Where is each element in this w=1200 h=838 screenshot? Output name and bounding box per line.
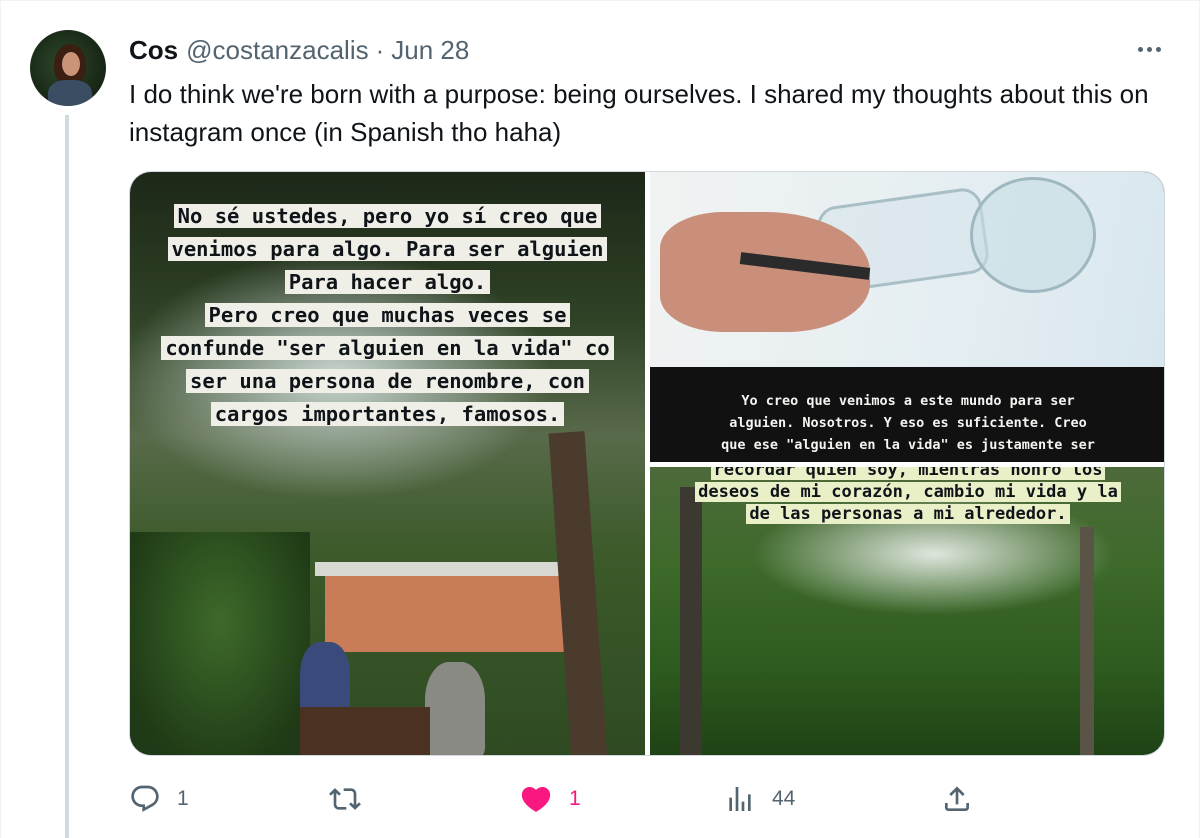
- separator-dot: ·: [375, 34, 385, 65]
- caption-line: cargos importantes, famosos.: [210, 402, 565, 426]
- heart-filled-icon: [521, 786, 551, 812]
- media-grid: No sé ustedes, pero yo sí creo que venim…: [129, 171, 1165, 756]
- retweet-button[interactable]: [329, 779, 377, 819]
- reply-button[interactable]: 1: [129, 779, 189, 819]
- thread-line: [65, 115, 69, 838]
- image-caption: Yo creo que venimos a este mundo para se…: [650, 390, 1164, 456]
- avatar[interactable]: [30, 30, 106, 106]
- tweet-text: I do think we're born with a purpose: be…: [129, 79, 1149, 147]
- tweet-container: Cos @costanzacalis · Jun 28 I do think w…: [0, 0, 1200, 838]
- caption-line: ser una persona de renombre, con: [186, 369, 589, 393]
- caption-line: de las personas a mi alrededor.: [746, 504, 1070, 524]
- more-dot: [1155, 46, 1161, 52]
- more-icon[interactable]: [1131, 35, 1167, 63]
- tweet-date[interactable]: Jun 28: [391, 35, 469, 66]
- image-caption: recordar quien soy, mientras honro los d…: [650, 467, 1164, 525]
- caption-line: alguien. Nosotros. Y eso es suficiente. …: [729, 415, 1087, 431]
- photo-tree-trunk: [680, 487, 702, 755]
- caption-line: Pero creo que muchas veces se: [204, 303, 571, 327]
- avatar-face: [62, 52, 80, 76]
- caption-line: recordar quien soy, mientras honro los: [710, 467, 1106, 480]
- media-image-forest[interactable]: recordar quien soy, mientras honro los d…: [650, 467, 1164, 755]
- caption-line: deseos de mi corazón, cambio mi vida y l…: [695, 482, 1121, 502]
- tweet-header: Cos @costanzacalis · Jun 28: [129, 34, 469, 66]
- reply-count: 1: [177, 787, 189, 810]
- more-dot: [1137, 46, 1143, 52]
- caption-line: Yo creo que venimos a este mundo para se…: [741, 393, 1075, 409]
- more-dot: [1146, 46, 1152, 52]
- tweet-actions: 1 1 44: [129, 779, 981, 819]
- retweet-icon: [329, 788, 361, 810]
- views-icon: [729, 787, 751, 811]
- caption-line: venimos para algo. Para ser alguien: [167, 237, 608, 261]
- like-count: 1: [569, 787, 581, 810]
- photo-table: [300, 707, 430, 755]
- media-image-glass[interactable]: Yo creo que venimos a este mundo para se…: [650, 172, 1164, 462]
- caption-line: No sé ustedes, pero yo sí creo que: [173, 204, 602, 228]
- caption-line: confunde "ser alguien en la vida" co: [161, 336, 614, 360]
- photo-person: [425, 662, 485, 755]
- views-button[interactable]: 44: [724, 779, 795, 819]
- reply-icon: [131, 785, 159, 812]
- photo-house: [325, 572, 575, 652]
- media-image-garden[interactable]: No sé ustedes, pero yo sí creo que venim…: [130, 172, 645, 755]
- share-icon: [945, 786, 969, 811]
- author-name[interactable]: Cos: [129, 35, 178, 66]
- photo-roof: [315, 562, 585, 576]
- avatar-shirt: [48, 80, 92, 106]
- views-count: 44: [772, 787, 796, 810]
- caption-line: que ese "alguien en la vida" es justamen…: [721, 437, 1095, 453]
- image-caption: No sé ustedes, pero yo sí creo que venim…: [130, 200, 645, 431]
- photo-tree-trunk: [1080, 527, 1094, 755]
- like-button[interactable]: 1: [519, 779, 581, 819]
- share-button[interactable]: [941, 779, 973, 819]
- photo-foliage: [130, 532, 310, 755]
- caption-line: Para hacer algo.: [284, 270, 491, 294]
- photo-glass: [970, 177, 1096, 293]
- author-handle[interactable]: @costanzacalis: [186, 35, 368, 66]
